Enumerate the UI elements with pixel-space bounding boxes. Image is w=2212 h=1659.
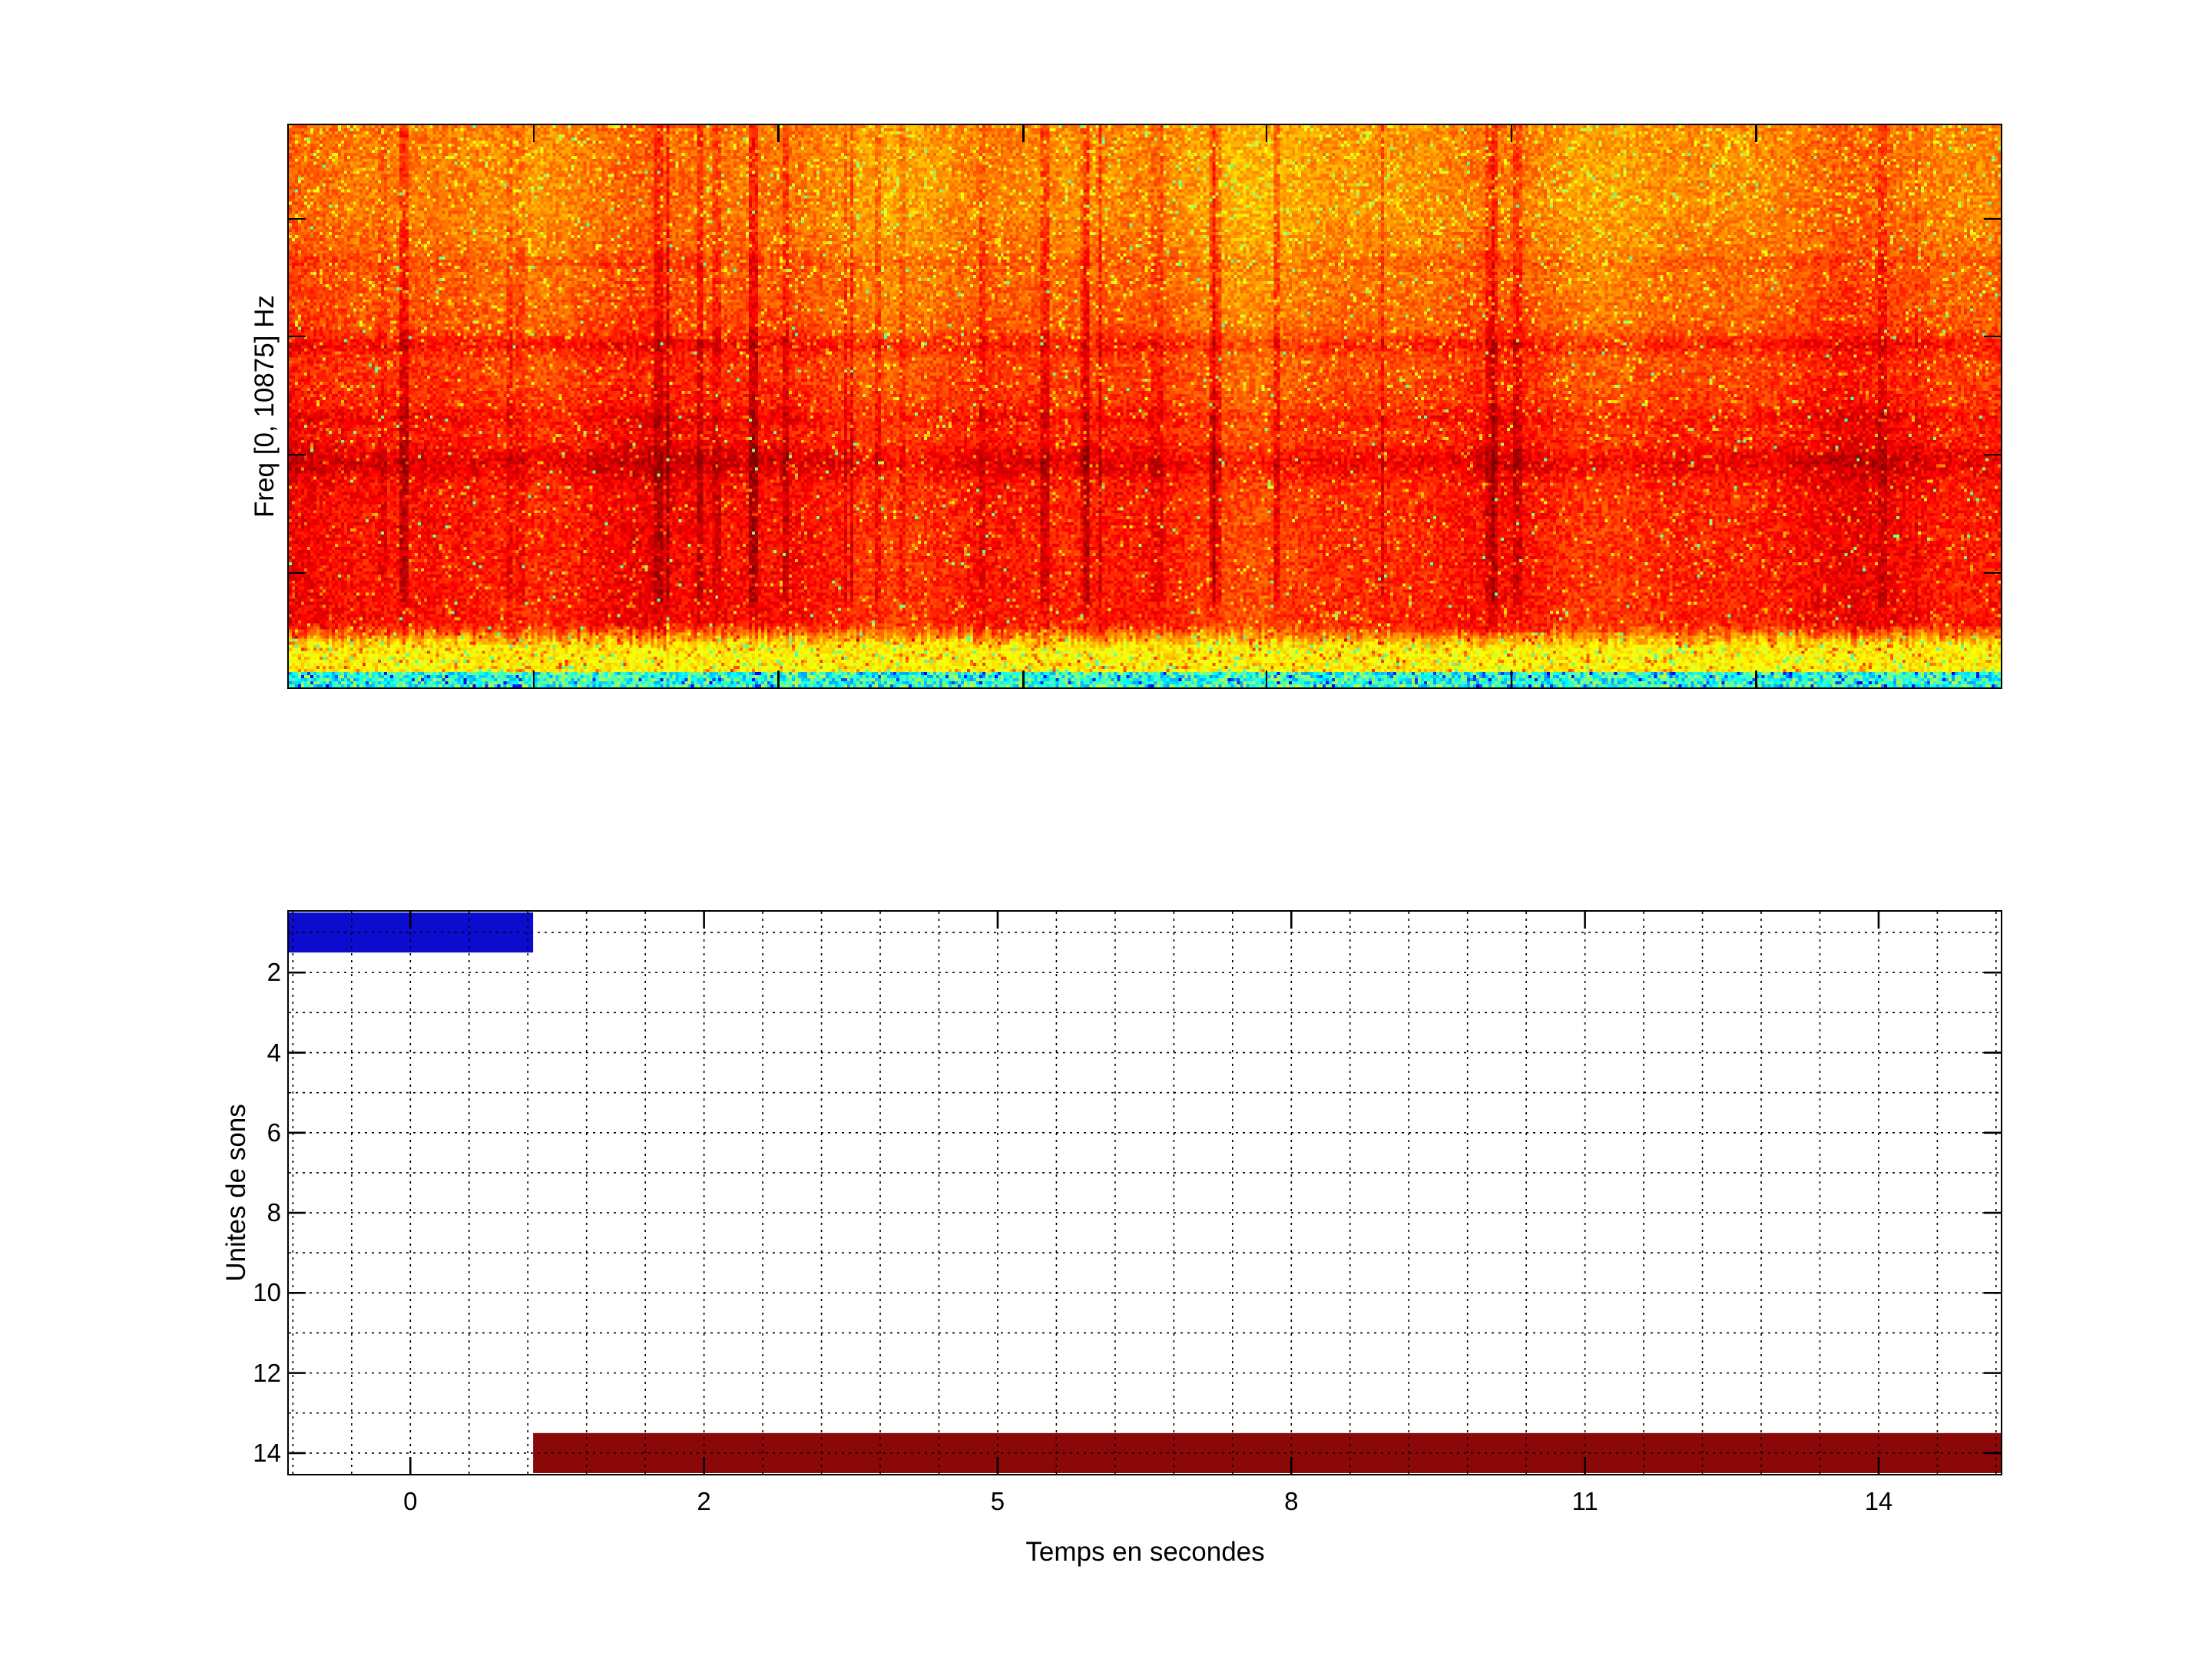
- spec-x-tick-top: [777, 125, 780, 142]
- y-tick-label: 8: [174, 1197, 281, 1228]
- spec-x-tick-bottom: [1755, 671, 1757, 687]
- spec-y-tick-left: [289, 454, 306, 456]
- bar-plot-svg: [289, 912, 2001, 1474]
- freq-axis-label: Freq [0, 10875] Hz: [250, 295, 280, 518]
- spectrogram-axes: [287, 124, 2002, 689]
- spec-x-tick-bottom: [1022, 671, 1025, 687]
- spec-x-tick-bottom: [533, 671, 535, 687]
- spec-y-tick-right: [1984, 218, 2001, 220]
- spec-x-tick-top: [1266, 125, 1268, 142]
- x-tick-label: 2: [643, 1486, 766, 1517]
- spec-y-tick-right: [1984, 454, 2001, 456]
- y-tick-label: 12: [174, 1358, 281, 1389]
- figure-canvas: Freq [0, 10875] Hz Unites de sons Temps …: [0, 0, 2212, 1659]
- x-tick-label: 11: [1524, 1486, 1647, 1517]
- spec-y-tick-right: [1984, 336, 2001, 338]
- spec-x-tick-bottom: [777, 671, 780, 687]
- spec-x-tick-top: [1755, 125, 1757, 142]
- spectrogram-image: [289, 125, 2001, 687]
- spec-x-tick-top: [1511, 125, 1513, 142]
- time-axis-label: Temps en secondes: [1025, 1537, 1264, 1568]
- spec-y-tick-left: [289, 218, 306, 220]
- spec-y-tick-left: [289, 572, 306, 575]
- spec-x-tick-top: [1022, 125, 1025, 142]
- spec-y-tick-left: [289, 336, 306, 338]
- spec-x-tick-bottom: [1266, 671, 1268, 687]
- x-tick-label: 0: [349, 1486, 472, 1517]
- y-tick-label: 4: [174, 1038, 281, 1068]
- y-tick-label: 10: [174, 1277, 281, 1308]
- bar-axes: [287, 910, 2002, 1475]
- spec-x-tick-bottom: [1511, 671, 1513, 687]
- y-tick-label: 14: [174, 1438, 281, 1469]
- spec-y-tick-right: [1984, 572, 2001, 575]
- spec-x-tick-top: [533, 125, 535, 142]
- y-tick-label: 6: [174, 1118, 281, 1148]
- y-tick-label: 2: [174, 957, 281, 988]
- x-tick-label: 8: [1230, 1486, 1353, 1517]
- x-tick-label: 5: [936, 1486, 1059, 1517]
- x-tick-label: 14: [1817, 1486, 1940, 1517]
